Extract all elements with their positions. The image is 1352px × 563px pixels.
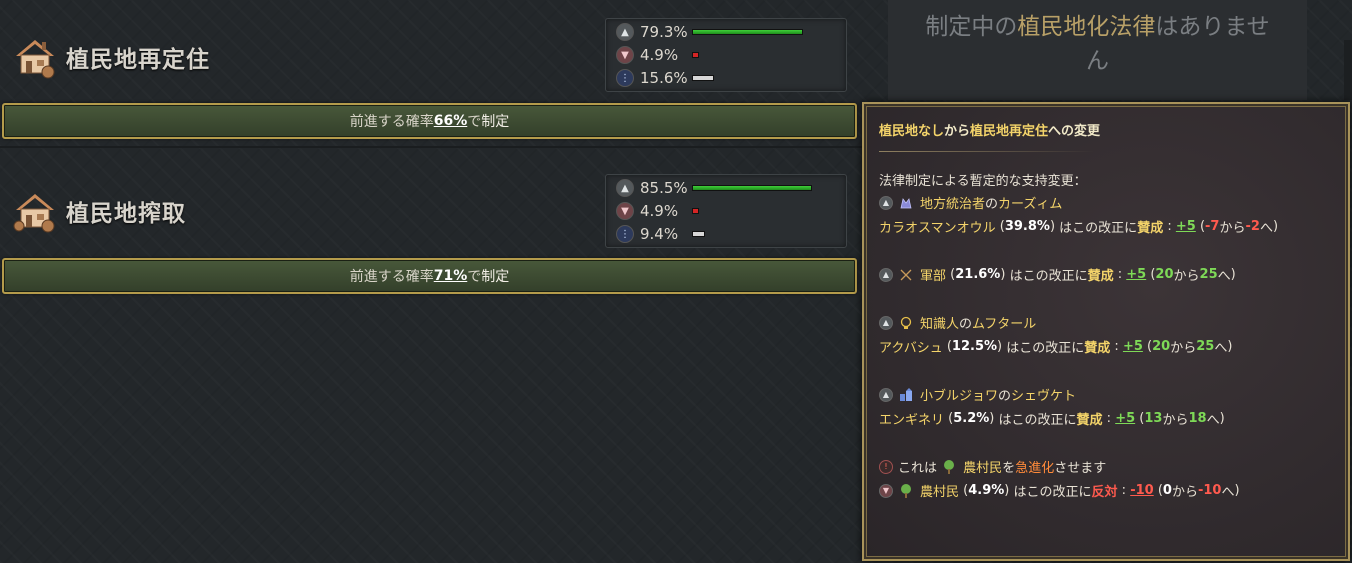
approve-row: ▲ 79.3%	[616, 21, 803, 43]
tree-icon	[901, 483, 911, 498]
enact-button[interactable]: 前進する確率 66% で制定	[2, 103, 857, 139]
approve-value: 85.5%	[640, 179, 688, 197]
thumbs-up-icon: ▲	[879, 195, 893, 210]
crown-icon	[900, 197, 912, 208]
thumbs-up-icon: ▲	[879, 267, 893, 282]
law-panel-extraction: 植民地搾取 ▲ 85.5% ▼ 4.9% ⋮ 9.4% 前進する確率 71% で制定	[0, 160, 862, 305]
group-army: ▲ 軍部 (21.6%) はこの改正に 賛成 : +5 (20 から 25 へ)	[879, 265, 1236, 284]
oppose-value: 4.9%	[640, 46, 679, 64]
neutral-row: ⋮ 15.6%	[616, 67, 714, 89]
thumbs-up-icon: ▲	[616, 179, 634, 197]
neutral-value: 15.6%	[640, 69, 688, 87]
oppose-value: 4.9%	[640, 202, 679, 220]
group-landowners-header: ▲ 地方統治者のカーズィム	[879, 193, 1062, 212]
divider	[879, 151, 1094, 152]
thumbs-down-icon: ▼	[879, 483, 893, 498]
oppose-row: ▼ 4.9%	[616, 44, 699, 66]
neutral-icon: ⋮	[616, 69, 634, 87]
scrollbar[interactable]	[1344, 40, 1352, 100]
thumbs-down-icon: ▼	[616, 46, 634, 64]
neutral-row: ⋮ 9.4%	[616, 223, 705, 245]
neutral-bar	[692, 231, 705, 237]
group-petite-bourgeoisie-header: ▲ 小ブルジョワのシェヴケト	[879, 385, 1076, 404]
neutral-icon: ⋮	[616, 225, 634, 243]
group-landowners-detail: カラオスマンオウル (39.8%) はこの改正に 賛成 : +5 (-7 から -2 へ…	[879, 219, 1279, 236]
enact-button[interactable]: 前進する確率 71% で制定	[2, 258, 857, 294]
thumbs-up-icon: ▲	[616, 23, 634, 41]
approve-bar	[692, 29, 803, 35]
swords-icon	[900, 269, 912, 280]
tooltip-title: 植民地なしから植民地再定住への変更	[879, 124, 1101, 139]
neutral-value: 9.4%	[640, 225, 679, 243]
law-change-tooltip: 植民地なしから植民地再定住への変更 法律制定による暫定的な支持変更： ▲ 地方統…	[862, 102, 1350, 561]
group-intelligentsia-header: ▲ 知識人のムフタール	[879, 313, 1036, 332]
group-intelligentsia-detail: アクバシュ (12.5%) はこの改正に 賛成 : +5 (20 から 25 へ)	[879, 339, 1233, 356]
house-icon	[13, 194, 55, 233]
approve-value: 79.3%	[640, 23, 688, 41]
thumbs-down-icon: ▼	[616, 202, 634, 220]
oppose-row: ▼ 4.9%	[616, 200, 699, 222]
buildings-icon	[900, 387, 912, 401]
oppose-bar	[692, 52, 699, 58]
thumbs-up-icon: ▲	[879, 315, 893, 330]
neutral-bar	[692, 75, 714, 81]
house-icon	[16, 40, 55, 79]
no-active-law-banner: 制定中の植民地化法律はありませ ん	[888, 0, 1307, 100]
warning-icon: !	[879, 459, 893, 474]
tree-icon	[944, 459, 955, 474]
section-heading: 法律制定による暫定的な支持変更：	[879, 174, 1087, 189]
radicalization-warning: ! これは 農村民を急進化 させます	[879, 457, 1106, 476]
law-title: 植民地再定住	[66, 47, 210, 73]
law-panel-resettlement: 植民地再定住 ▲ 79.3% ▼ 4.9% ⋮ 15.6% 前進する確率 66% で…	[0, 0, 862, 148]
oppose-bar	[692, 208, 699, 214]
group-farmers: ▼ 農村民 (4.9%) はこの改正に 反対 : -10 (0 から -10 へ)	[879, 481, 1240, 500]
thumbs-up-icon: ▲	[879, 387, 893, 402]
group-petite-bourgeoisie-detail: エンギネリ (5.2%) はこの改正に 賛成 : +5 (13 から 18 へ)	[879, 411, 1225, 428]
support-summary[interactable]: ▲ 85.5% ▼ 4.9% ⋮ 9.4%	[605, 174, 847, 248]
support-summary[interactable]: ▲ 79.3% ▼ 4.9% ⋮ 15.6%	[605, 18, 847, 92]
law-title: 植民地搾取	[66, 201, 186, 227]
lightbulb-icon	[900, 316, 912, 329]
approve-row: ▲ 85.5%	[616, 177, 812, 199]
approve-bar	[692, 185, 812, 191]
